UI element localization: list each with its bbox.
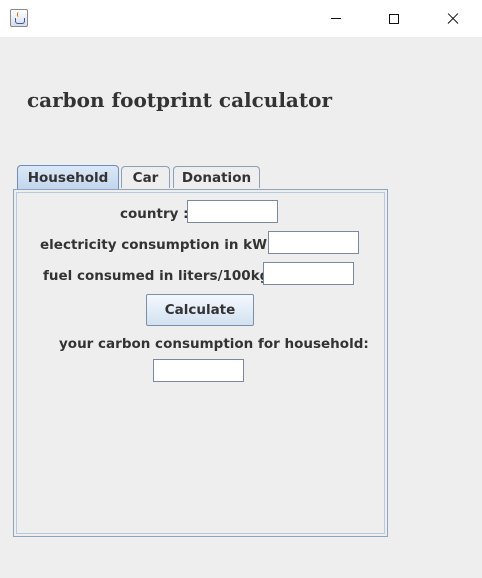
fuel-label: fuel consumed in liters/100kg : — [43, 268, 280, 284]
country-label: country : — [120, 206, 189, 222]
page-title: carbon footprint calculator — [27, 88, 333, 112]
maximize-icon — [389, 13, 399, 24]
electricity-field[interactable] — [268, 231, 359, 254]
minimize-icon — [331, 18, 341, 19]
country-field[interactable] — [187, 200, 278, 223]
tab-donation[interactable]: Donation — [173, 166, 260, 188]
electricity-label: electricity consumption in kWh : — [40, 237, 287, 253]
java-cup-icon[interactable] — [10, 9, 28, 27]
minimize-button[interactable] — [307, 0, 365, 37]
tab-household[interactable]: Household — [17, 165, 119, 189]
close-icon — [446, 12, 460, 26]
maximize-button[interactable] — [365, 0, 423, 37]
fuel-field[interactable] — [263, 262, 354, 285]
close-button[interactable] — [424, 0, 482, 37]
window-titlebar — [0, 0, 482, 37]
tab-car[interactable]: Car — [121, 166, 170, 188]
result-label: your carbon consumption for household: — [59, 336, 369, 352]
result-field[interactable] — [153, 359, 244, 382]
calculate-button[interactable]: Calculate — [146, 294, 254, 326]
